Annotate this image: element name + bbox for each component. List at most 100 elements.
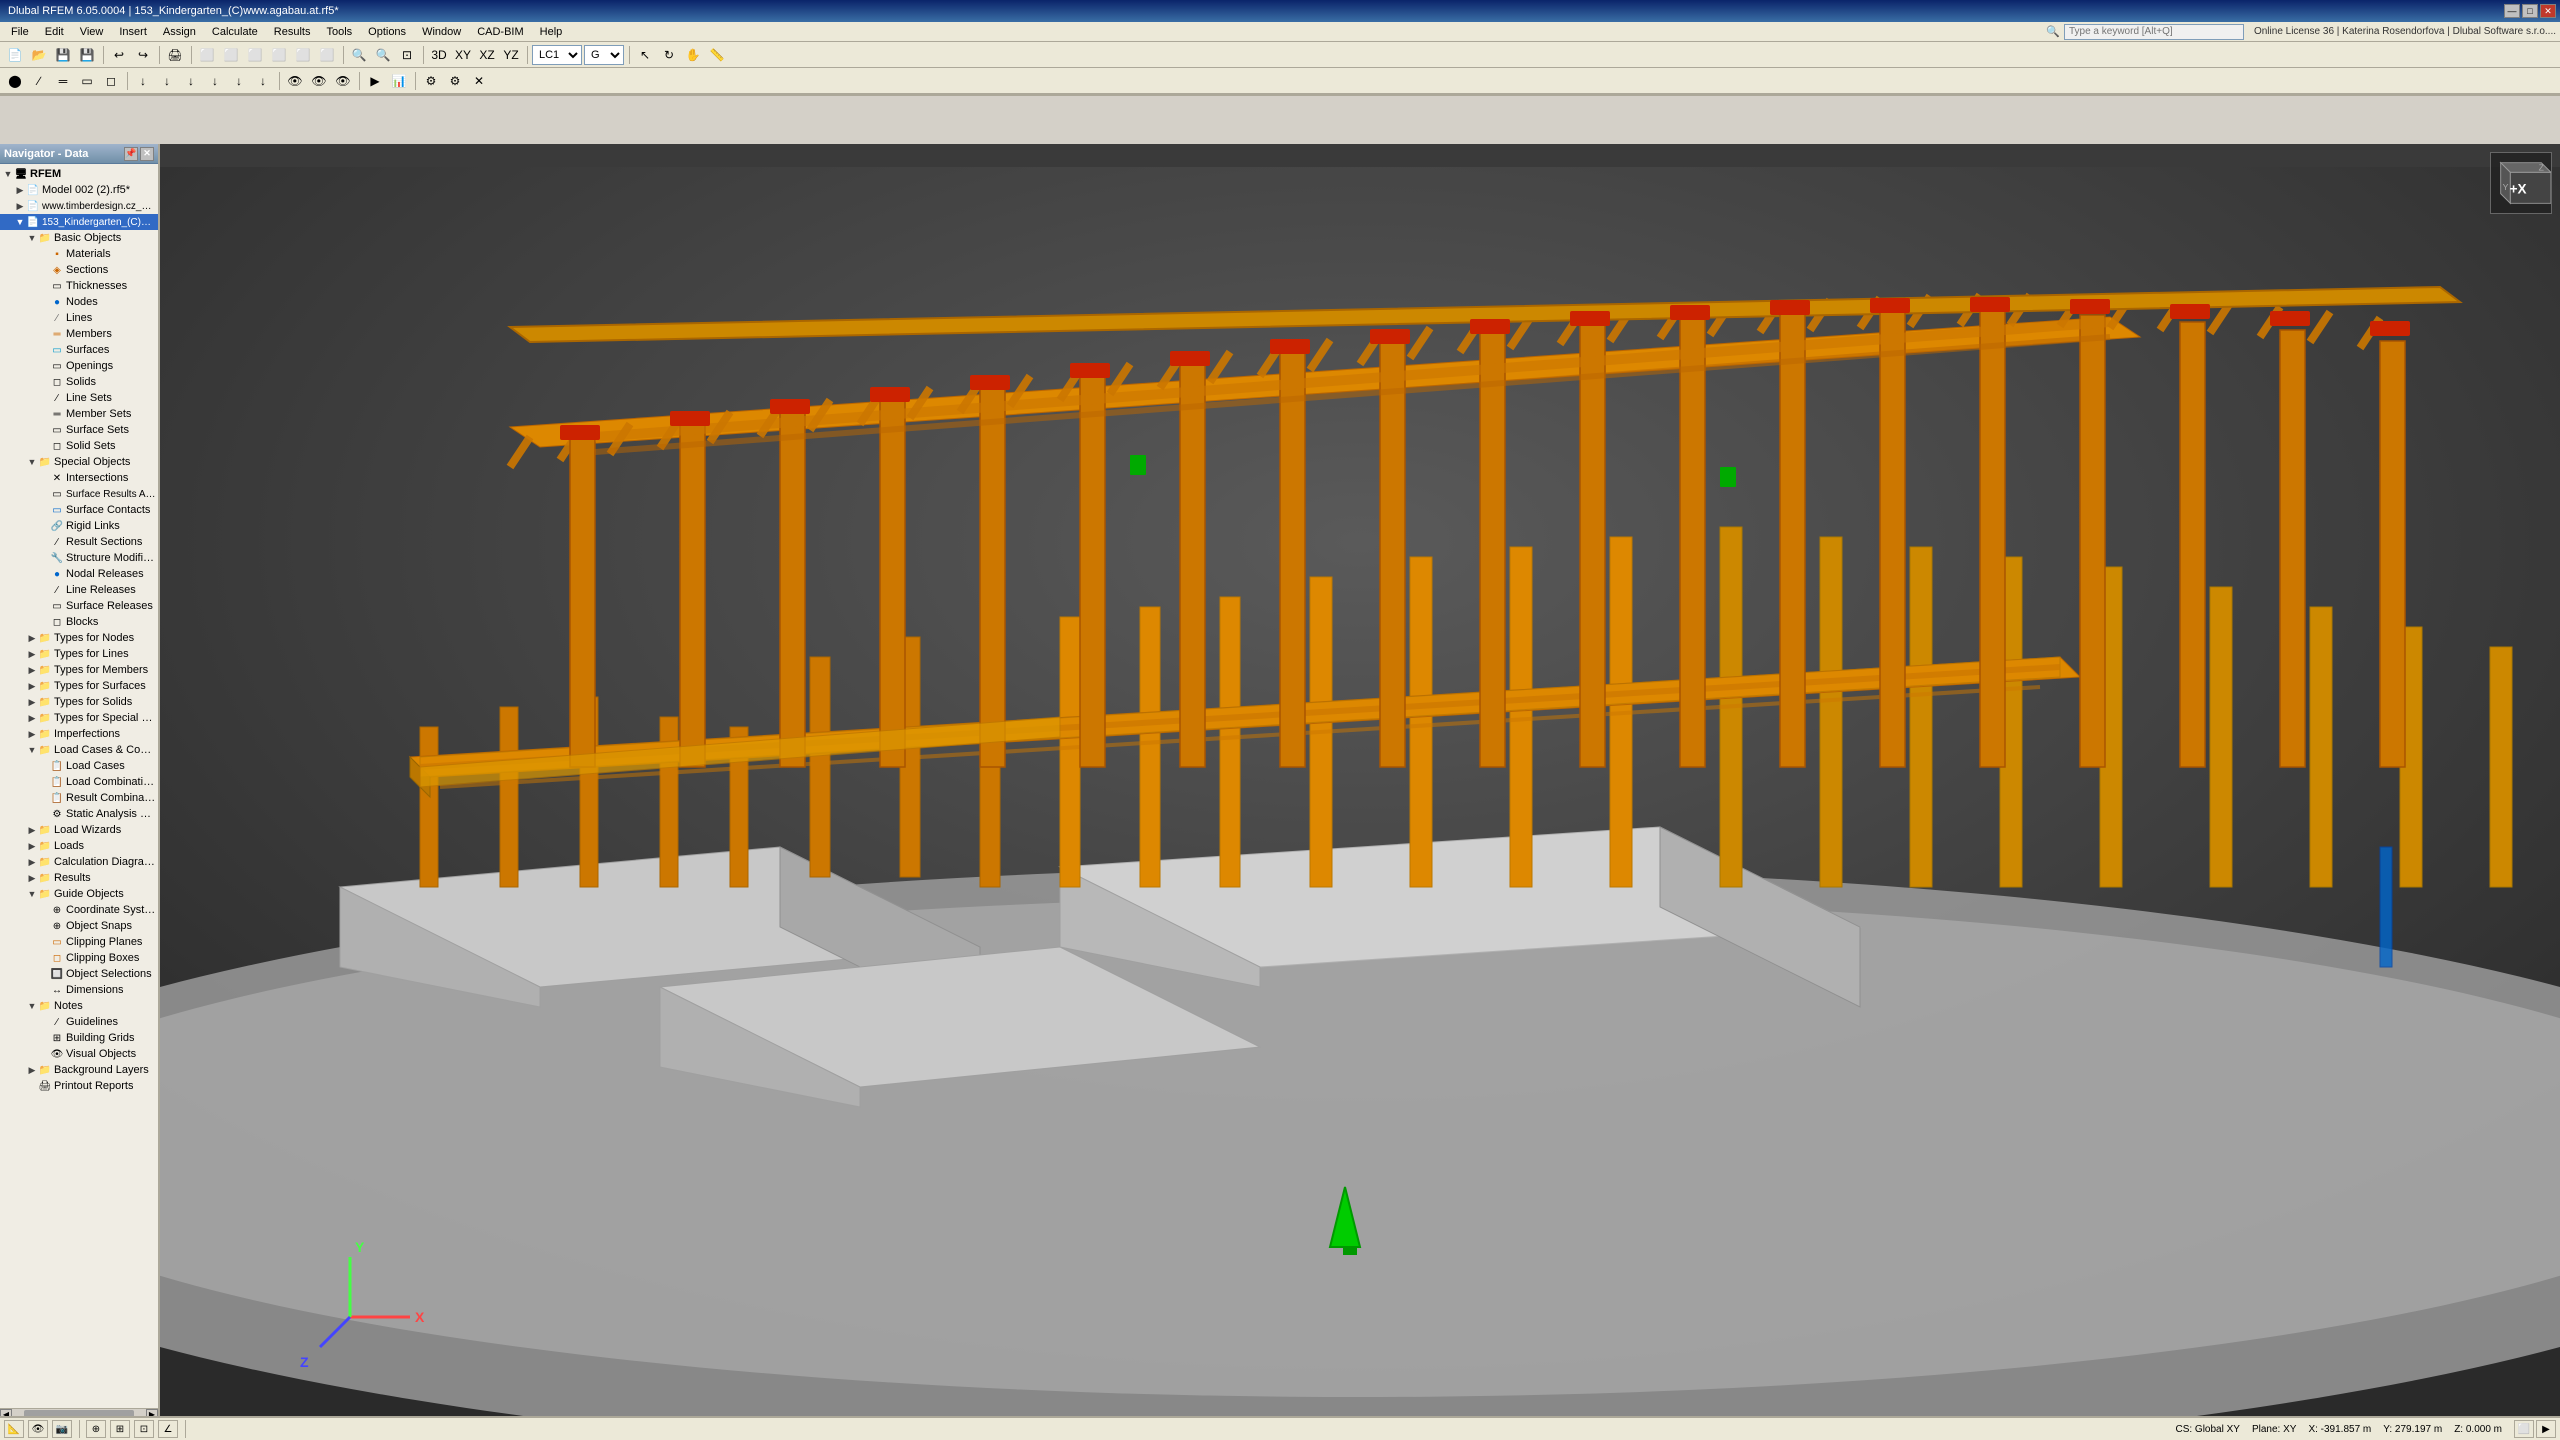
render-btn-4[interactable]: ⬜ <box>268 44 290 66</box>
exp-ts[interactable]: ▶ <box>26 680 38 692</box>
tree-coord-systems[interactable]: ▶ ⊕ Coordinate Systems <box>0 902 158 918</box>
tree-dimensions[interactable]: ▶ ↔ Dimensions <box>0 982 158 998</box>
tree-calc-diagrams[interactable]: ▶ 📁 Calculation Diagrams <box>0 854 158 870</box>
tree-solid-sets[interactable]: ▶ ◻ Solid Sets <box>0 438 158 454</box>
load-btn-6[interactable]: ↓ <box>252 70 274 92</box>
tree-types-surfaces[interactable]: ▶ 📁 Types for Surfaces <box>0 678 158 694</box>
expand-ester[interactable]: ▶ <box>14 200 26 212</box>
exp-lw[interactable]: ▶ <box>26 824 38 836</box>
load-btn-5[interactable]: ↓ <box>228 70 250 92</box>
exp-notes[interactable]: ▼ <box>26 1000 38 1012</box>
display-btn-2[interactable]: 👁 <box>308 70 330 92</box>
exp-tsol[interactable]: ▶ <box>26 696 38 708</box>
tree-result-sections[interactable]: ▶ ∕ Result Sections <box>0 534 158 550</box>
nav-close-button[interactable]: ✕ <box>140 147 154 161</box>
zoom-in-btn[interactable]: 🔍 <box>348 44 370 66</box>
surface-btn[interactable]: ▭ <box>76 70 98 92</box>
load-btn-1[interactable]: ↓ <box>132 70 154 92</box>
render-btn-5[interactable]: ⬜ <box>292 44 314 66</box>
measure-btn[interactable]: 📏 <box>706 44 728 66</box>
expand-rfem[interactable]: ▼ <box>2 168 14 180</box>
undo-button[interactable]: ↩ <box>108 44 130 66</box>
nav-pin-button[interactable]: 📌 <box>124 147 138 161</box>
status-right-btn-1[interactable]: ⬜ <box>2514 1420 2534 1438</box>
tree-blocks[interactable]: ▶ ◻ Blocks <box>0 614 158 630</box>
tree-visual-objects[interactable]: ▶ 👁 Visual Objects <box>0 1046 158 1062</box>
exp-tl[interactable]: ▶ <box>26 648 38 660</box>
menu-results[interactable]: Results <box>267 23 318 41</box>
tree-rigid-links[interactable]: ▶ 🔗 Rigid Links <box>0 518 158 534</box>
tree-load-combinations[interactable]: ▶ 📋 Load Combinations <box>0 774 158 790</box>
member-btn[interactable]: ═ <box>52 70 74 92</box>
exp-tn[interactable]: ▶ <box>26 632 38 644</box>
tree-nodal-releases[interactable]: ▶ ● Nodal Releases <box>0 566 158 582</box>
menu-edit[interactable]: Edit <box>38 23 71 41</box>
view-yz-btn[interactable]: YZ <box>500 44 522 66</box>
tree-load-wizards[interactable]: ▶ 📁 Load Wizards <box>0 822 158 838</box>
print-button[interactable]: 🖨 <box>164 44 186 66</box>
close-button[interactable]: ✕ <box>2540 4 2556 18</box>
exp-bl[interactable]: ▶ <box>26 1064 38 1076</box>
extra-btn-1[interactable]: ⚙ <box>420 70 442 92</box>
zoom-out-btn[interactable]: 🔍 <box>372 44 394 66</box>
menu-assign[interactable]: Assign <box>156 23 203 41</box>
tree-surface-results-adj[interactable]: ▶ ▭ Surface Results Adjustments <box>0 486 158 502</box>
tree-members[interactable]: ▶ ═ Members <box>0 326 158 342</box>
tree-model-002[interactable]: ▶ 📄 Model 002 (2).rf5* <box>0 182 158 198</box>
view-xz-btn[interactable]: XZ <box>476 44 498 66</box>
menu-window[interactable]: Window <box>415 23 468 41</box>
close-view-btn[interactable]: ✕ <box>468 70 490 92</box>
tree-line-releases[interactable]: ▶ ∕ Line Releases <box>0 582 158 598</box>
3d-viewport[interactable]: X Y Z +X Y Z <box>160 144 2560 1440</box>
tree-types-nodes[interactable]: ▶ 📁 Types for Nodes <box>0 630 158 646</box>
exp-imp[interactable]: ▶ <box>26 728 38 740</box>
tree-member-sets[interactable]: ▶ ═ Member Sets <box>0 406 158 422</box>
render-btn-3[interactable]: ⬜ <box>244 44 266 66</box>
tree-background-layers[interactable]: ▶ 📁 Background Layers <box>0 1062 158 1078</box>
tree-types-lines[interactable]: ▶ 📁 Types for Lines <box>0 646 158 662</box>
search-input[interactable] <box>2064 24 2244 40</box>
tree-types-members[interactable]: ▶ 📁 Types for Members <box>0 662 158 678</box>
tree-loads[interactable]: ▶ 📁 Loads <box>0 838 158 854</box>
expand-model-002[interactable]: ▶ <box>14 184 26 196</box>
load-btn-2[interactable]: ↓ <box>156 70 178 92</box>
tree-result-combinations[interactable]: ▶ 📋 Result Combinations <box>0 790 158 806</box>
exp-loads[interactable]: ▶ <box>26 840 38 852</box>
tree-sections[interactable]: ▶ ◈ Sections <box>0 262 158 278</box>
exp-go[interactable]: ▼ <box>26 888 38 900</box>
menu-calculate[interactable]: Calculate <box>205 23 265 41</box>
open-button[interactable]: 📂 <box>28 44 50 66</box>
tree-surface-releases[interactable]: ▶ ▭ Surface Releases <box>0 598 158 614</box>
new-button[interactable]: 📄 <box>4 44 26 66</box>
tree-intersections[interactable]: ▶ ✕ Intersections <box>0 470 158 486</box>
tree-surface-sets[interactable]: ▶ ▭ Surface Sets <box>0 422 158 438</box>
lc-select[interactable]: LC1 <box>532 45 582 65</box>
tree-surfaces[interactable]: ▶ ▭ Surfaces <box>0 342 158 358</box>
restore-button[interactable]: □ <box>2522 4 2538 18</box>
render-btn-2[interactable]: ⬜ <box>220 44 242 66</box>
redo-button[interactable]: ↪ <box>132 44 154 66</box>
tree-imperfections[interactable]: ▶ 📁 Imperfections <box>0 726 158 742</box>
rotate-btn[interactable]: ↻ <box>658 44 680 66</box>
tree-structure-mod[interactable]: ▶ 🔧 Structure Modifications <box>0 550 158 566</box>
tree-line-sets[interactable]: ▶ ∕ Line Sets <box>0 390 158 406</box>
tree-solids[interactable]: ▶ ◻ Solids <box>0 374 158 390</box>
status-btn-2[interactable]: 👁 <box>28 1420 48 1438</box>
tree-results[interactable]: ▶ 📁 Results <box>0 870 158 886</box>
tree-clipping-boxes[interactable]: ▶ ◻ Clipping Boxes <box>0 950 158 966</box>
pan-btn[interactable]: ✋ <box>682 44 704 66</box>
tree-openings[interactable]: ▶ ▭ Openings <box>0 358 158 374</box>
display-btn-3[interactable]: 👁 <box>332 70 354 92</box>
tree-guidelines[interactable]: ▶ ∕ Guidelines <box>0 1014 158 1030</box>
tree-kindergarten[interactable]: ▼ 📄 153_Kindergarten_(C)www.agabau.at.rf… <box>0 214 158 230</box>
display-btn-1[interactable]: 👁 <box>284 70 306 92</box>
status-ortho-btn[interactable]: ⊡ <box>134 1420 154 1438</box>
status-btn-3[interactable]: 📷 <box>52 1420 72 1438</box>
exp-tspec[interactable]: ▶ <box>26 712 38 724</box>
status-snap-btn[interactable]: ⊕ <box>86 1420 106 1438</box>
render-btn-6[interactable]: ⬜ <box>316 44 338 66</box>
tree-materials[interactable]: ▶ ▪ Materials <box>0 246 158 262</box>
exp-lcc[interactable]: ▼ <box>26 744 38 756</box>
load-btn-3[interactable]: ↓ <box>180 70 202 92</box>
load-btn-4[interactable]: ↓ <box>204 70 226 92</box>
